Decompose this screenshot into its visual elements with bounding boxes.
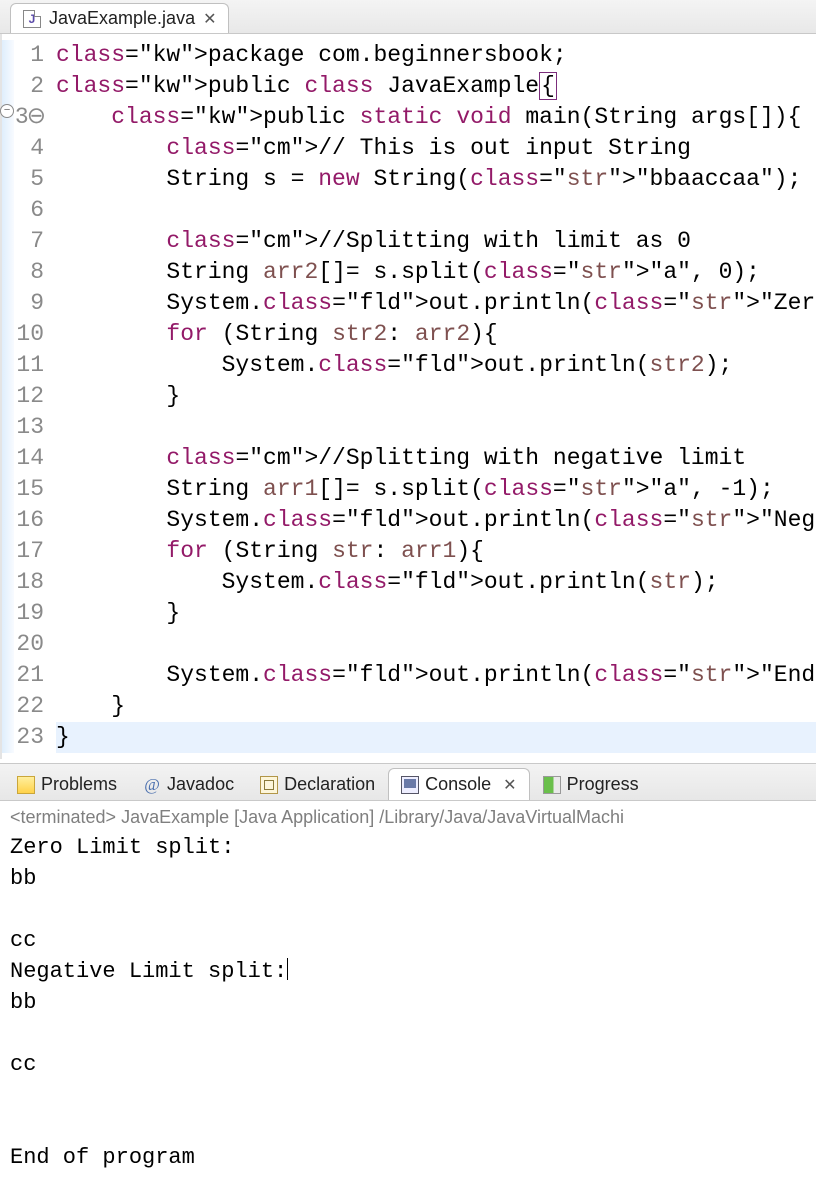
code-area[interactable]: class="kw">package com.beginnersbook;cla… <box>52 34 816 759</box>
editor-tab-filename: JavaExample.java <box>49 8 195 29</box>
code-line[interactable]: for (String str: arr1){ <box>56 536 816 567</box>
code-editor[interactable]: − 123⊖4567891011121314151617181920212223… <box>0 34 816 759</box>
text-cursor <box>287 958 288 980</box>
line-number: 1 <box>2 40 44 71</box>
line-number: 7 <box>2 226 44 257</box>
code-line[interactable] <box>56 629 816 660</box>
code-line[interactable]: } <box>56 691 816 722</box>
code-line[interactable] <box>56 412 816 443</box>
close-icon[interactable]: ✕ <box>203 9 216 29</box>
line-number: 22 <box>2 691 44 722</box>
code-line[interactable]: System.class="fld">out.println(class="st… <box>56 505 816 536</box>
java-file-icon: J <box>23 10 41 28</box>
code-line[interactable]: System.class="fld">out.println(str2); <box>56 350 816 381</box>
line-number: 11 <box>2 350 44 381</box>
tab-progress-label: Progress <box>567 774 639 795</box>
code-line[interactable]: class="cm">//Splitting with negative lim… <box>56 443 816 474</box>
line-number: 17 <box>2 536 44 567</box>
code-line[interactable]: System.class="fld">out.println(class="st… <box>56 288 816 319</box>
line-number: 13 <box>2 412 44 443</box>
line-number: 5 <box>2 164 44 195</box>
line-number: 23 <box>2 722 44 753</box>
console-output[interactable]: Zero Limit split: bb cc Negative Limit s… <box>0 830 816 1193</box>
line-number: 19 <box>2 598 44 629</box>
tab-javadoc-label: Javadoc <box>167 774 234 795</box>
tab-console[interactable]: Console ✕ <box>388 768 529 800</box>
code-line[interactable]: } <box>56 381 816 412</box>
code-line[interactable]: class="cm">//Splitting with limit as 0 <box>56 226 816 257</box>
line-number: 8 <box>2 257 44 288</box>
progress-icon <box>543 776 561 794</box>
line-number: 18 <box>2 567 44 598</box>
tab-javadoc[interactable]: @ Javadoc <box>130 768 247 800</box>
line-number: 3⊖ <box>2 102 44 133</box>
close-icon[interactable]: ✕ <box>503 775 516 795</box>
line-number: 20 <box>2 629 44 660</box>
javadoc-icon: @ <box>143 776 161 794</box>
problems-icon <box>17 776 35 794</box>
code-line[interactable]: System.class="fld">out.println(class="st… <box>56 660 816 691</box>
code-line[interactable]: class="kw">package com.beginnersbook; <box>56 40 816 71</box>
line-number: 9 <box>2 288 44 319</box>
code-line[interactable]: String s = new String(class="str">"bbaac… <box>56 164 816 195</box>
code-line[interactable]: class="cm">// This is out input String <box>56 133 816 164</box>
code-line[interactable]: class="kw">public class JavaExample{ <box>56 71 816 102</box>
declaration-icon <box>260 776 278 794</box>
tab-declaration[interactable]: Declaration <box>247 768 388 800</box>
tab-problems[interactable]: Problems <box>4 768 130 800</box>
tab-problems-label: Problems <box>41 774 117 795</box>
line-number: 10 <box>2 319 44 350</box>
line-number: 12 <box>2 381 44 412</box>
code-line[interactable] <box>56 195 816 226</box>
line-number: 14 <box>2 443 44 474</box>
code-line[interactable]: String arr2[]= s.split(class="str">"a", … <box>56 257 816 288</box>
line-number-gutter: 123⊖4567891011121314151617181920212223 <box>2 34 52 759</box>
code-line[interactable]: System.class="fld">out.println(str); <box>56 567 816 598</box>
editor-tab-javaexample[interactable]: J JavaExample.java ✕ <box>10 3 229 33</box>
code-line[interactable]: } <box>56 598 816 629</box>
console-header: <terminated> JavaExample [Java Applicati… <box>0 801 816 830</box>
line-number: 6 <box>2 195 44 226</box>
code-line[interactable]: for (String str2: arr2){ <box>56 319 816 350</box>
bottom-panel-tabs: Problems @ Javadoc Declaration Console ✕… <box>0 763 816 801</box>
line-number: 21 <box>2 660 44 691</box>
line-number: 16 <box>2 505 44 536</box>
code-line[interactable]: } <box>56 722 816 753</box>
line-number: 2 <box>2 71 44 102</box>
tab-console-label: Console <box>425 774 491 795</box>
tab-declaration-label: Declaration <box>284 774 375 795</box>
console-icon <box>401 776 419 794</box>
line-number: 15 <box>2 474 44 505</box>
tab-progress[interactable]: Progress <box>530 768 652 800</box>
code-line[interactable]: String arr1[]= s.split(class="str">"a", … <box>56 474 816 505</box>
line-number: 4 <box>2 133 44 164</box>
code-line[interactable]: class="kw">public static void main(Strin… <box>56 102 816 133</box>
editor-tab-bar: J JavaExample.java ✕ <box>0 0 816 34</box>
